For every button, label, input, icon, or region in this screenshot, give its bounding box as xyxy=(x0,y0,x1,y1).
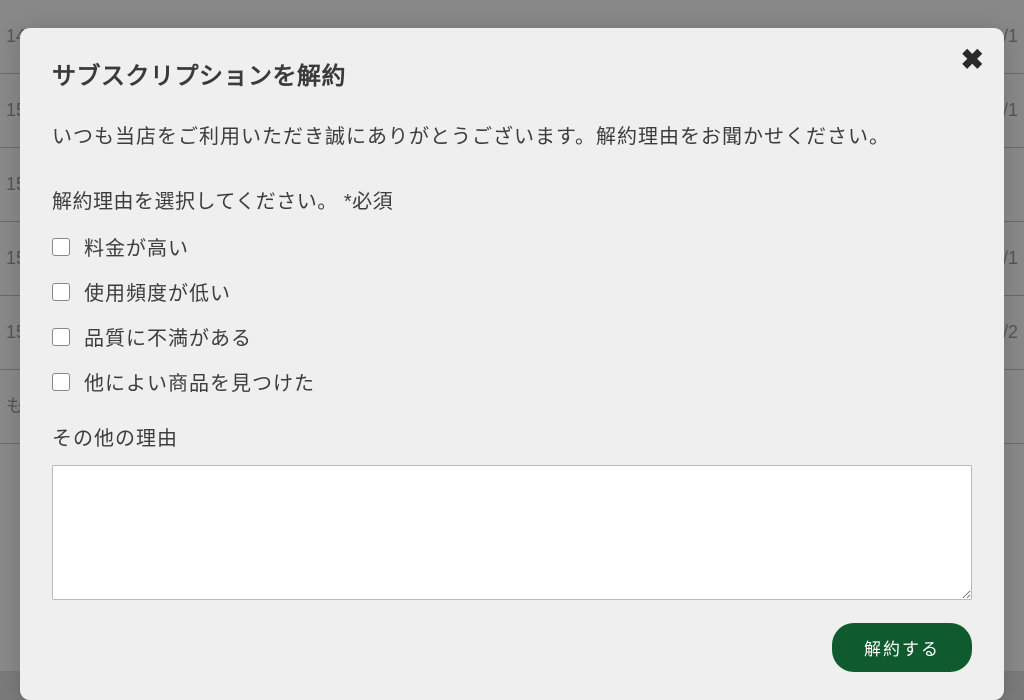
close-button[interactable]: ✖ xyxy=(961,46,984,74)
cancel-subscription-modal: ✖ サブスクリプションを解約 いつも当店をご利用いただき誠にありがとうございます… xyxy=(20,28,1004,700)
close-icon: ✖ xyxy=(961,44,984,75)
reason-item: 料金が高い xyxy=(52,232,972,261)
reason-checkbox[interactable] xyxy=(52,238,70,256)
reason-checkbox-list: 料金が高い 使用頻度が低い 品質に不満がある 他によい商品を見つけた xyxy=(52,232,972,396)
reason-label[interactable]: 使用頻度が低い xyxy=(84,277,231,306)
modal-title: サブスクリプションを解約 xyxy=(52,56,972,91)
reason-checkbox[interactable] xyxy=(52,373,70,391)
other-reason-label: その他の理由 xyxy=(52,422,972,451)
selection-label: 解約理由を選択してください。 *必須 xyxy=(52,185,972,214)
reason-item: 使用頻度が低い xyxy=(52,277,972,306)
reason-item: 他によい商品を見つけた xyxy=(52,367,972,396)
reason-label[interactable]: 料金が高い xyxy=(84,232,189,261)
reason-checkbox[interactable] xyxy=(52,328,70,346)
modal-overlay: ✖ サブスクリプションを解約 いつも当店をご利用いただき誠にありがとうございます… xyxy=(0,0,1024,671)
modal-description: いつも当店をご利用いただき誠にありがとうございます。解約理由をお聞かせください。 xyxy=(52,121,972,153)
reason-label[interactable]: 品質に不満がある xyxy=(84,322,252,351)
reason-item: 品質に不満がある xyxy=(52,322,972,351)
reason-label[interactable]: 他によい商品を見つけた xyxy=(84,367,315,396)
reason-checkbox[interactable] xyxy=(52,283,70,301)
other-reason-textarea[interactable] xyxy=(52,465,972,600)
modal-footer: 解約する xyxy=(52,623,972,672)
submit-cancel-button[interactable]: 解約する xyxy=(832,623,972,672)
